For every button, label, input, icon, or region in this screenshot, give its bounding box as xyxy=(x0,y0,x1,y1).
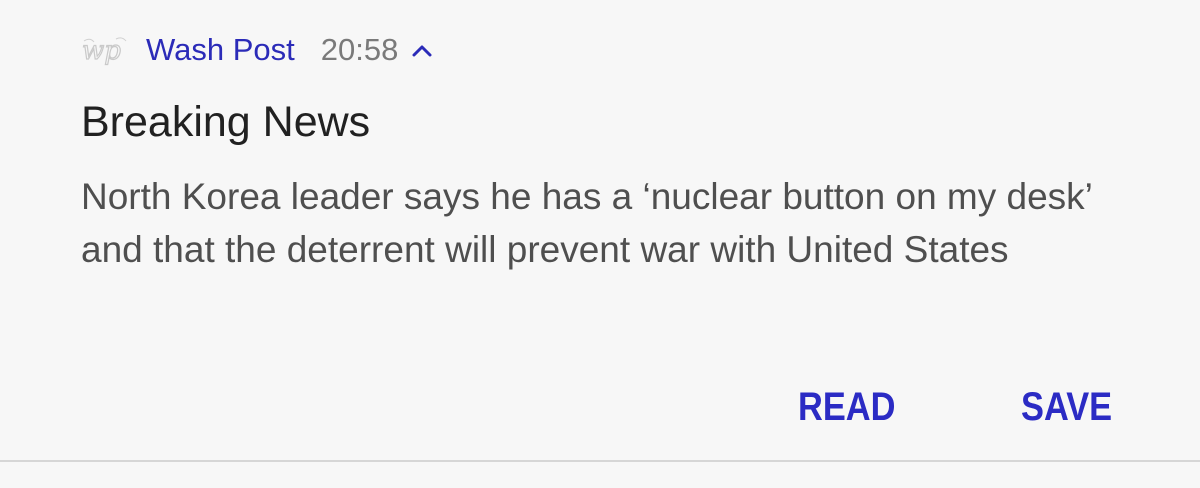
read-button[interactable]: READ xyxy=(798,385,895,430)
notification-title: Breaking News xyxy=(81,98,371,146)
notification-card[interactable]: wp Wash Post 20:58 Breaking News North K… xyxy=(0,0,1200,460)
read-action-wrapper: READ xyxy=(798,380,911,434)
notification-body: North Korea leader says he has a ‘nuclea… xyxy=(81,176,1092,270)
save-button[interactable]: SAVE xyxy=(1021,385,1112,430)
washington-post-logo-icon: wp xyxy=(80,32,136,68)
svg-text:wp: wp xyxy=(82,36,121,66)
notification-time: 20:58 xyxy=(320,32,399,67)
next-notification-area xyxy=(0,462,1200,488)
save-action-wrapper: SAVE xyxy=(1021,380,1127,434)
notification-header: wp Wash Post 20:58 xyxy=(80,28,434,72)
chevron-up-icon[interactable] xyxy=(410,38,434,62)
app-name: Wash Post xyxy=(146,32,295,67)
